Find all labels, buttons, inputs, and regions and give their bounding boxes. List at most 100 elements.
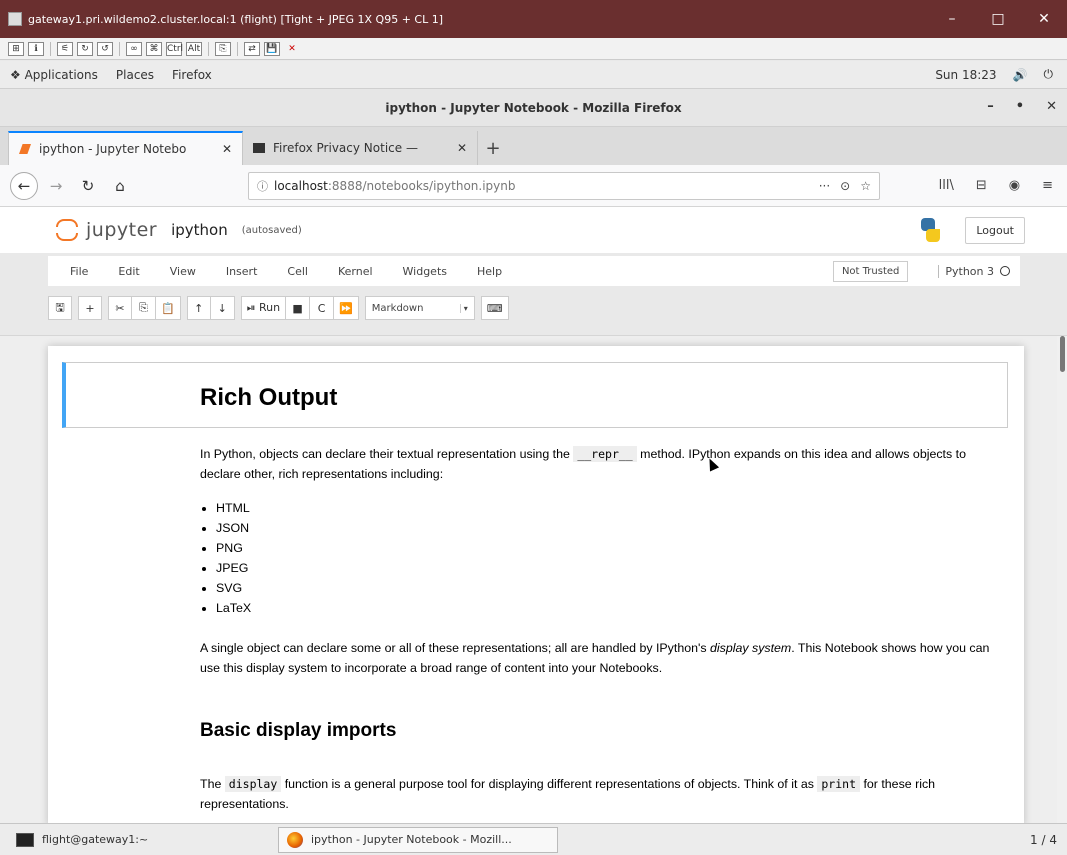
vnc-reverse-icon[interactable]: ↺	[97, 41, 113, 56]
emphasis-text: display system	[710, 641, 792, 655]
vnc-link-icon[interactable]: ∞	[126, 41, 142, 56]
vnc-separator	[208, 41, 209, 56]
workspace-indicator[interactable]: 1 / 4	[1030, 833, 1067, 847]
gnome-menu-places[interactable]: Places	[116, 68, 154, 82]
nav-right-tools: lll\ ⊟ ◉ ≡	[939, 178, 1067, 193]
interrupt-kernel-button[interactable]: ■	[286, 296, 311, 320]
jupyter-logo-icon[interactable]	[56, 218, 78, 242]
move-up-button[interactable]: ↑	[186, 296, 211, 320]
paste-cell-button[interactable]: 📋	[156, 296, 181, 320]
heading-rich-output: Rich Output	[200, 384, 338, 411]
chevron-down-icon: ▾	[459, 303, 468, 313]
vnc-info-icon[interactable]: ℹ	[28, 41, 44, 56]
vnc-close-button[interactable]: ✕	[1021, 11, 1067, 27]
jupyter-toolbar: 🖫 + ✂ ⎘ 📋 ↑ ↓ ⏯ Run ■ C ⏩ Markdown ▾ ⌨	[48, 292, 1020, 324]
gnome-menu-label: Applications	[24, 67, 98, 82]
hamburger-menu-icon[interactable]: ≡	[1042, 178, 1053, 193]
firefox-minimize-button[interactable]: –	[987, 99, 994, 114]
vnc-minimize-button[interactable]: –	[929, 11, 975, 27]
command-palette-button[interactable]: ⌨	[480, 296, 509, 320]
notebook-scrollbar[interactable]	[1057, 336, 1067, 823]
restart-run-all-button[interactable]: ⏩	[334, 296, 359, 320]
restart-kernel-button[interactable]: C	[310, 296, 335, 320]
paragraph-text: A single object can declare some or all …	[200, 641, 710, 655]
firefox-maximize-button[interactable]: •	[1016, 99, 1024, 114]
vnc-keys-icon[interactable]: ⌘	[146, 41, 162, 56]
vnc-ctrl-button[interactable]: Ctrl	[166, 41, 183, 56]
gnome-menu-firefox[interactable]: Firefox	[172, 68, 212, 82]
menu-view[interactable]: View	[170, 265, 196, 278]
vnc-alt-button[interactable]: Alt	[186, 41, 202, 56]
paragraph-display-system: A single object can declare some or all …	[200, 638, 990, 678]
copy-cell-button[interactable]: ⎘	[132, 296, 156, 320]
menu-cell[interactable]: Cell	[287, 265, 308, 278]
menu-widgets[interactable]: Widgets	[403, 265, 447, 278]
taskbar-terminal-label: flight@gateway1:~	[42, 833, 149, 846]
back-button[interactable]: ←	[10, 171, 38, 200]
taskbar-firefox[interactable]: ipython - Jupyter Notebook - Mozill...	[278, 826, 558, 853]
menu-file[interactable]: File	[70, 265, 88, 278]
pocket-icon[interactable]: ⊙	[840, 179, 850, 193]
menu-insert[interactable]: Insert	[226, 265, 258, 278]
vnc-reconnect-icon[interactable]: ↻	[77, 41, 93, 56]
sidebar-icon[interactable]: ⊟	[976, 178, 987, 193]
not-trusted-button[interactable]: Not Trusted	[832, 260, 909, 282]
cut-cell-button[interactable]: ✂	[108, 296, 132, 320]
paragraph-display-function: The display function is a general purpos…	[200, 774, 990, 814]
url-bar[interactable]: ⓘ localhost:8888/notebooks/ipython.ipynb…	[248, 171, 880, 200]
url-actions: ··· ⊙ ☆	[819, 179, 871, 193]
new-tab-button[interactable]: +	[478, 131, 508, 165]
jupyter-brand[interactable]: jupyter	[86, 219, 157, 241]
vnc-toolbar: ⊞ ℹ ⚟ ↻ ↺ ∞ ⌘ Ctrl Alt ⎘ ⇄ 💾 ✕	[0, 38, 1067, 60]
menu-kernel[interactable]: Kernel	[338, 265, 373, 278]
vnc-separator	[50, 41, 51, 56]
tab-privacy-notice[interactable]: Firefox Privacy Notice — ✕	[243, 131, 478, 165]
tab-close-icon[interactable]: ✕	[222, 142, 232, 156]
gnome-menu-applications[interactable]: ❖ Applications	[10, 68, 98, 82]
vnc-transfer-icon[interactable]: ⇄	[244, 41, 260, 56]
page-actions-icon[interactable]: ···	[819, 179, 830, 193]
representation-list: HTML JSON PNG JPEG SVG LaTeX	[216, 498, 251, 618]
taskbar-terminal[interactable]: flight@gateway1:~	[8, 827, 278, 853]
site-info-icon[interactable]: ⓘ	[257, 178, 268, 194]
move-down-button[interactable]: ↓	[210, 296, 235, 320]
vnc-refresh-icon[interactable]: ⚟	[57, 41, 73, 56]
gnome-status-area: Sun 18:23 🔊 ⏻	[935, 67, 1067, 82]
notebook-name[interactable]: ipython	[171, 221, 228, 239]
menu-edit[interactable]: Edit	[118, 265, 139, 278]
vnc-disconnect-icon[interactable]: ✕	[284, 42, 300, 56]
run-button[interactable]: ⏯ Run	[240, 296, 287, 320]
tab-jupyter[interactable]: ipython - Jupyter Notebo ✕	[8, 131, 243, 165]
gnome-clock[interactable]: Sun 18:23	[935, 68, 996, 82]
logout-button[interactable]: Logout	[965, 216, 1025, 244]
vnc-options-icon[interactable]: ⊞	[8, 41, 24, 56]
vnc-logo-icon	[8, 12, 22, 26]
firefox-close-button[interactable]: ✕	[1046, 99, 1057, 114]
gnome-taskbar: flight@gateway1:~ ipython - Jupyter Note…	[0, 823, 1067, 855]
jupyter-menubar: File Edit View Insert Cell Kernel Widget…	[48, 256, 1020, 286]
home-button[interactable]: ⌂	[106, 172, 134, 200]
save-button[interactable]: 🖫	[48, 296, 72, 320]
paragraph-text: The	[200, 777, 225, 791]
cell-type-select[interactable]: Markdown ▾	[364, 296, 475, 320]
vnc-copy-icon[interactable]: ⎘	[215, 41, 231, 56]
volume-icon[interactable]: 🔊	[1013, 68, 1028, 82]
power-icon[interactable]: ⏻	[1044, 67, 1054, 82]
account-icon[interactable]: ◉	[1009, 178, 1020, 193]
firefox-window-title-bar: ipython - Jupyter Notebook - Mozilla Fir…	[0, 89, 1067, 127]
notebook-area[interactable]: Rich Output In Python, objects can decla…	[0, 335, 1067, 823]
jupyter-logo-arc	[56, 233, 78, 241]
reload-button[interactable]: ↻	[74, 172, 102, 200]
insert-cell-button[interactable]: +	[78, 296, 102, 320]
bookmark-star-icon[interactable]: ☆	[860, 179, 871, 193]
heading-basic-display-imports: Basic display imports	[200, 720, 397, 741]
vnc-maximize-button[interactable]: □	[975, 11, 1021, 27]
vnc-save-icon[interactable]: 💾	[264, 41, 280, 56]
menu-help[interactable]: Help	[477, 265, 502, 278]
forward-button[interactable]: →	[42, 172, 70, 200]
scrollbar-thumb[interactable]	[1060, 336, 1065, 372]
tab-close-icon[interactable]: ✕	[457, 141, 467, 155]
library-icon[interactable]: lll\	[939, 178, 954, 193]
python-logo-icon	[919, 218, 941, 242]
gnome-top-bar: ❖ Applications Places Firefox Sun 18:23 …	[0, 61, 1067, 89]
